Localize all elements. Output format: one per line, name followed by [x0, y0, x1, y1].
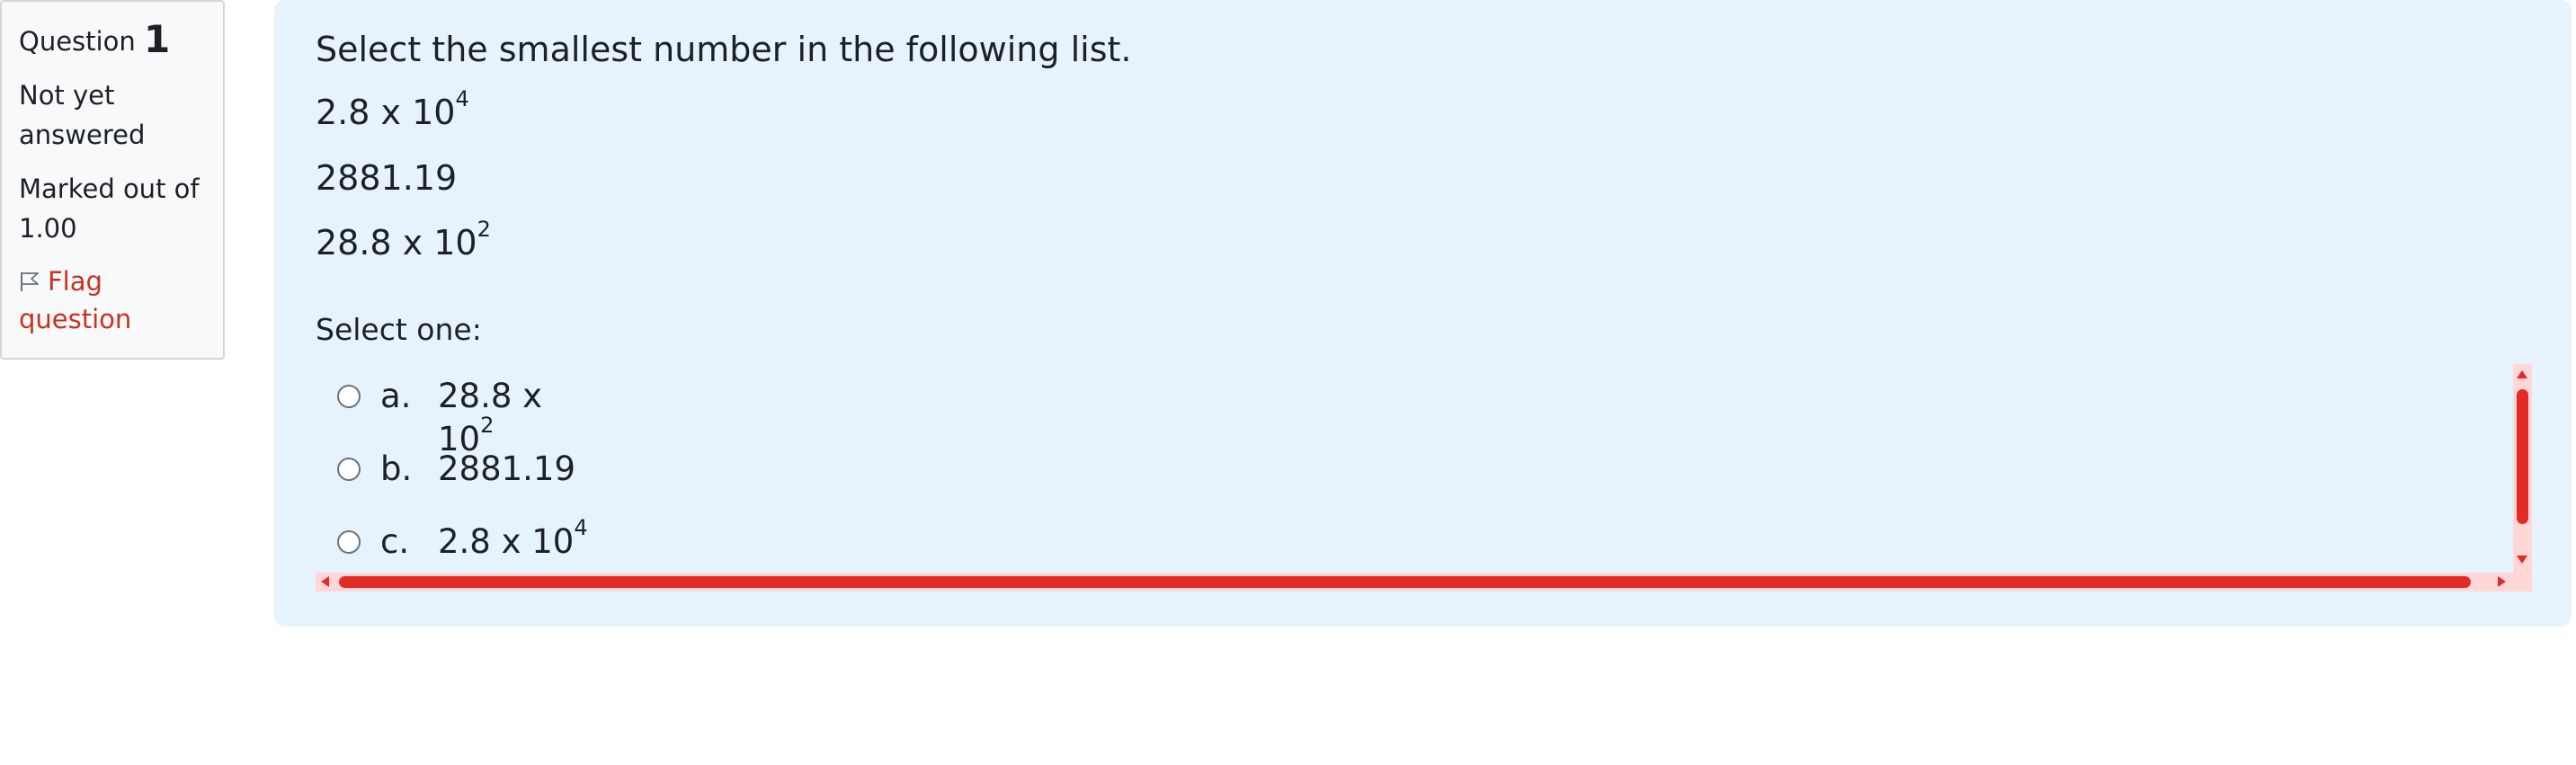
question-grade: Marked out of 1.00	[19, 173, 200, 244]
answer-letter: a.	[380, 377, 412, 415]
list-item-base: 2.8 x 10	[316, 93, 456, 132]
horizontal-scroll-thumb[interactable]	[339, 576, 2471, 588]
select-one-prompt: Select one:	[316, 312, 482, 347]
list-item-base: 28.8 x 10	[316, 223, 477, 262]
answer-option-b[interactable]: b. 2881.19	[316, 437, 1125, 491]
scroll-right-arrow-icon[interactable]	[2498, 576, 2506, 587]
question-content: Select the smallest number in the follow…	[274, 0, 2572, 627]
question-label: Question	[19, 26, 136, 57]
answer-options: a. 28.8 x 102 b. 2881.19 c. 2.8 x 104	[316, 364, 2530, 592]
question-text: Select the smallest number in the follow…	[316, 30, 1132, 69]
answer-text[interactable]: 2.8 x 104	[438, 517, 600, 564]
list-item-3: 28.8 x 102	[316, 217, 491, 265]
flag-question-link[interactable]: Flag question	[19, 262, 207, 338]
radio-b[interactable]	[337, 458, 361, 481]
answer-text-base[interactable]: 2881.19	[438, 449, 575, 488]
question-number-heading: Question 1	[19, 18, 207, 63]
answer-option-a[interactable]: a. 28.8 x 102	[316, 364, 1125, 458]
answer-option-c[interactable]: c. 2.8 x 104	[316, 510, 1125, 564]
list-item-exponent: 2	[477, 217, 491, 242]
answer-text[interactable]: 2881.19	[438, 448, 600, 491]
question-info-panel: Question 1 Not yet answered Marked out o…	[0, 0, 225, 360]
list-item-2: 2881.19	[316, 156, 457, 200]
list-item-1: 2.8 x 104	[316, 88, 469, 135]
scroll-down-arrow-icon[interactable]	[2517, 556, 2527, 564]
vertical-scroll-thumb[interactable]	[2517, 389, 2528, 524]
answer-letter: c.	[380, 522, 410, 561]
scroll-left-arrow-icon[interactable]	[321, 576, 329, 587]
answer-letter: b.	[380, 449, 413, 488]
list-item-base: 2881.19	[316, 158, 458, 198]
question-state: Not yet answered	[19, 80, 146, 150]
radio-a[interactable]	[337, 385, 361, 408]
answer-exponent: 4	[574, 515, 588, 540]
answer-exponent: 2	[480, 413, 495, 438]
horizontal-scrollbar[interactable]	[316, 573, 2530, 592]
vertical-scrollbar[interactable]	[2513, 364, 2532, 592]
scroll-up-arrow-icon[interactable]	[2517, 370, 2527, 378]
answer-text-base[interactable]: 2.8 x 10	[438, 522, 574, 561]
radio-c[interactable]	[337, 530, 361, 554]
question-number: 1	[143, 17, 171, 61]
list-item-exponent: 4	[455, 86, 469, 111]
flag-icon[interactable]	[19, 264, 40, 291]
